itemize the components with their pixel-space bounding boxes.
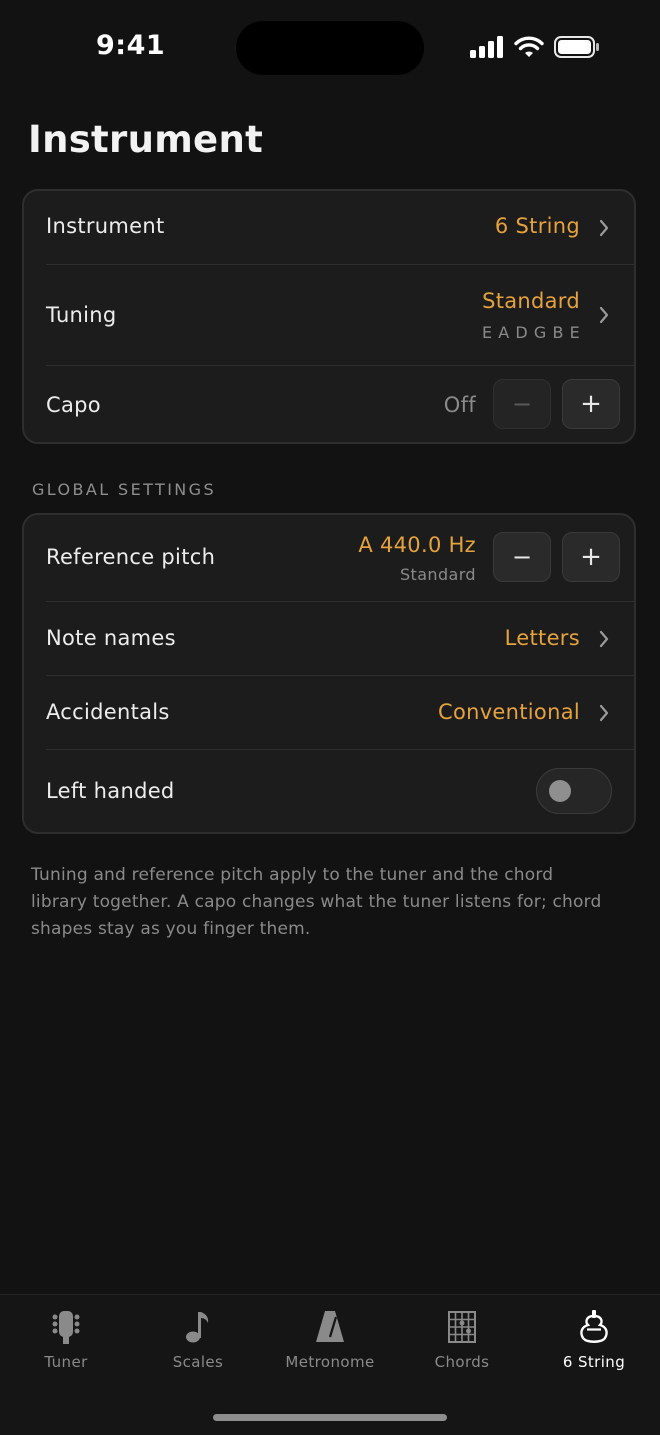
minus-icon: − (511, 543, 533, 571)
tuning-notes: EADGBE (481, 323, 586, 342)
capo-increment-button[interactable]: + (562, 379, 620, 429)
tuning-label: Tuning (46, 303, 117, 327)
chevron-right-icon (599, 704, 609, 722)
tab-label: Tuner (44, 1353, 88, 1371)
reference-pitch-row: Reference pitch A 440.0 Hz Standard − + (24, 515, 634, 601)
status-time: 9:41 (96, 30, 166, 61)
tuning-value: Standard (482, 289, 580, 313)
left-handed-toggle[interactable] (536, 768, 612, 814)
note-names-value: Letters (504, 626, 580, 650)
instrument-value: 6 String (494, 214, 580, 238)
chevron-right-icon (599, 306, 609, 324)
status-icons (470, 36, 600, 58)
reference-pitch-label: Reference pitch (46, 545, 216, 569)
toggle-knob (549, 780, 571, 802)
cellular-signal-icon (470, 36, 503, 58)
tab-label: Scales (172, 1353, 224, 1371)
capo-decrement-button[interactable]: − (493, 379, 551, 429)
music-note-icon (181, 1309, 215, 1345)
reference-pitch-subvalue: Standard (400, 565, 476, 584)
tab-scales[interactable]: Scales (132, 1295, 264, 1385)
global-settings-header: GLOBAL SETTINGS (32, 480, 217, 499)
plus-icon: + (580, 389, 602, 419)
capo-label: Capo (46, 393, 101, 417)
battery-icon (554, 36, 599, 58)
capo-value: Off (443, 393, 476, 417)
tab-metronome[interactable]: Metronome (264, 1295, 396, 1385)
plus-icon: + (580, 542, 602, 572)
left-handed-row: Left handed (24, 750, 634, 832)
capo-row: Capo Off − + (24, 366, 634, 442)
tuning-row[interactable]: Tuning Standard EADGBE (24, 265, 634, 365)
status-bar: 9:41 (0, 0, 660, 96)
note-names-label: Note names (46, 626, 176, 650)
instrument-label: Instrument (46, 214, 165, 238)
accidentals-label: Accidentals (46, 700, 170, 724)
page-title: Instrument (28, 118, 264, 161)
dynamic-island (236, 21, 424, 75)
instrument-row[interactable]: Instrument 6 String (24, 191, 634, 265)
tab-tuner[interactable]: Tuner (0, 1295, 132, 1385)
note-names-row[interactable]: Note names Letters (24, 602, 634, 675)
guitar-body-icon (577, 1309, 611, 1345)
chevron-right-icon (599, 219, 609, 237)
pitch-decrement-button[interactable]: − (493, 532, 551, 582)
chevron-right-icon (599, 630, 609, 648)
tab-label: Metronome (285, 1353, 375, 1371)
pitch-increment-button[interactable]: + (562, 532, 620, 582)
left-handed-label: Left handed (46, 779, 175, 803)
wifi-icon (514, 36, 544, 57)
footnote: Tuning and reference pitch apply to the … (31, 865, 602, 939)
tab-label: Chords (434, 1353, 490, 1371)
tab-6-string[interactable]: 6 String (528, 1295, 660, 1385)
metronome-icon (313, 1309, 347, 1345)
tab-label: 6 String (562, 1353, 626, 1371)
guitar-headstock-icon (49, 1309, 83, 1345)
chord-grid-icon (445, 1309, 479, 1345)
accidentals-value: Conventional (437, 700, 580, 724)
accidentals-row[interactable]: Accidentals Conventional (24, 676, 634, 749)
home-indicator (213, 1414, 447, 1421)
instrument-card: Instrument 6 String Tuning Standard EADG… (22, 189, 636, 444)
global-settings-card: Reference pitch A 440.0 Hz Standard − + … (22, 513, 636, 834)
tab-chords[interactable]: Chords (396, 1295, 528, 1385)
minus-icon: − (511, 390, 533, 418)
reference-pitch-value: A 440.0 Hz (358, 533, 476, 557)
